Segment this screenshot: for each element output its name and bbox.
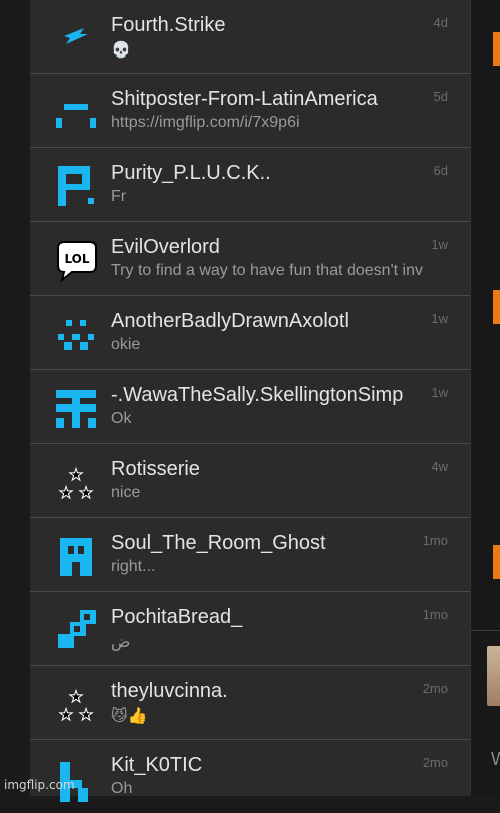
svg-text:LOL: LOL bbox=[64, 252, 89, 266]
conversation-row[interactable]: LOL EvilOverlord Try to find a way to ha… bbox=[30, 221, 470, 295]
orange-marker bbox=[493, 290, 500, 324]
conversation-row[interactable]: Shitposter-From-LatinAmerica https://img… bbox=[30, 73, 470, 147]
conversation-name: AnotherBadlyDrawnAxolotl bbox=[111, 310, 349, 332]
left-gutter bbox=[0, 0, 30, 796]
right-panel-edge: W bbox=[470, 0, 500, 796]
conversation-row[interactable]: ★ ★ ★ theyluvcinna. 😼👍 2mo bbox=[30, 665, 470, 739]
pixel-diagonal-icon bbox=[58, 610, 96, 648]
conversation-time: 1mo bbox=[422, 607, 448, 622]
svg-text:★: ★ bbox=[59, 705, 73, 724]
watermark: imgflip.com bbox=[4, 778, 75, 792]
conversation-row[interactable]: -.WawaTheSally.SkellingtonSimp Ok 1w bbox=[30, 369, 470, 443]
conversation-preview: right... bbox=[111, 558, 156, 575]
conversation-name: theyluvcinna. bbox=[111, 680, 228, 702]
conversation-row[interactable]: AnotherBadlyDrawnAxolotl okie 1w bbox=[30, 295, 470, 369]
pixel-checker-icon bbox=[58, 320, 94, 350]
conversation-name: -.WawaTheSally.SkellingtonSimp bbox=[111, 384, 404, 406]
stars-icon: ★ ★ ★ bbox=[58, 687, 93, 725]
svg-text:★: ★ bbox=[59, 483, 73, 502]
conversation-time: 2mo bbox=[422, 681, 448, 696]
conversation-preview: ض bbox=[111, 634, 131, 651]
conversation-time: 1w bbox=[431, 311, 448, 326]
conversation-row[interactable]: Fourth.Strike 💀 4d bbox=[30, 0, 470, 73]
conversation-row[interactable]: Soul_The_Room_Ghost right... 1mo bbox=[30, 517, 470, 591]
pixel-face-icon bbox=[56, 104, 96, 128]
orange-marker bbox=[493, 32, 500, 66]
conversation-list[interactable]: Fourth.Strike 💀 4d Shitposter-From-Latin… bbox=[30, 0, 470, 802]
conversation-time: 4w bbox=[431, 459, 448, 474]
conversation-preview: Fr bbox=[111, 188, 127, 205]
conversation-name: Fourth.Strike bbox=[111, 14, 226, 36]
conversation-name: PochitaBread_ bbox=[111, 606, 243, 628]
conversation-preview: Ok bbox=[111, 410, 132, 427]
image-thumbnail[interactable] bbox=[487, 646, 500, 706]
pixel-ghost-icon bbox=[60, 538, 92, 576]
svg-text:★: ★ bbox=[69, 687, 83, 706]
conversation-preview: Oh bbox=[111, 780, 133, 797]
conversation-preview: nice bbox=[111, 484, 141, 501]
divider bbox=[471, 630, 500, 631]
svg-text:★: ★ bbox=[79, 483, 93, 502]
conversation-name: Rotisserie bbox=[111, 458, 200, 480]
conversation-time: 1w bbox=[431, 237, 448, 252]
conversation-row[interactable]: PochitaBread_ ض 1mo bbox=[30, 591, 470, 665]
conversation-name: Shitposter-From-LatinAmerica bbox=[111, 88, 378, 110]
conversation-name: Kit_K0TIC bbox=[111, 754, 203, 776]
conversation-time: 1mo bbox=[422, 533, 448, 548]
conversation-name: Purity_P.L.U.C.K.. bbox=[111, 162, 271, 184]
partial-text: W bbox=[491, 749, 500, 769]
conversation-name: EvilOverlord bbox=[111, 236, 220, 258]
conversation-preview: 😼👍 bbox=[111, 708, 148, 725]
lol-speech-bubble-icon: LOL bbox=[57, 241, 97, 283]
stars-icon: ★ ★ ★ bbox=[58, 465, 93, 503]
conversation-preview: Try to find a way to have fun that doesn… bbox=[111, 262, 423, 279]
svg-text:★: ★ bbox=[69, 465, 83, 484]
conversation-row[interactable]: Purity_P.L.U.C.K.. Fr 6d bbox=[30, 147, 470, 221]
orange-marker bbox=[493, 545, 500, 579]
conversation-preview: 💀 bbox=[111, 42, 131, 59]
conversation-time: 6d bbox=[433, 163, 448, 178]
pixel-hash-icon bbox=[56, 390, 96, 428]
conversation-time: 5d bbox=[433, 89, 448, 104]
svg-text:★: ★ bbox=[79, 705, 93, 724]
lightning-icon bbox=[64, 28, 88, 44]
conversation-time: 2mo bbox=[422, 755, 448, 770]
conversation-preview: okie bbox=[111, 336, 141, 353]
dark-fragment bbox=[491, 132, 500, 142]
conversation-row[interactable]: ★ ★ ★ Rotisserie nice 4w bbox=[30, 443, 470, 517]
conversation-name: Soul_The_Room_Ghost bbox=[111, 532, 326, 554]
conversation-row[interactable]: Kit_K0TIC Oh 2mo bbox=[30, 739, 470, 813]
conversation-preview: https://imgflip.com/i/7x9p6i bbox=[111, 114, 300, 131]
conversation-time: 1w bbox=[431, 385, 448, 400]
pixel-letter-p-icon bbox=[58, 166, 94, 206]
conversation-time: 4d bbox=[433, 15, 448, 30]
dark-fragment bbox=[491, 392, 500, 402]
